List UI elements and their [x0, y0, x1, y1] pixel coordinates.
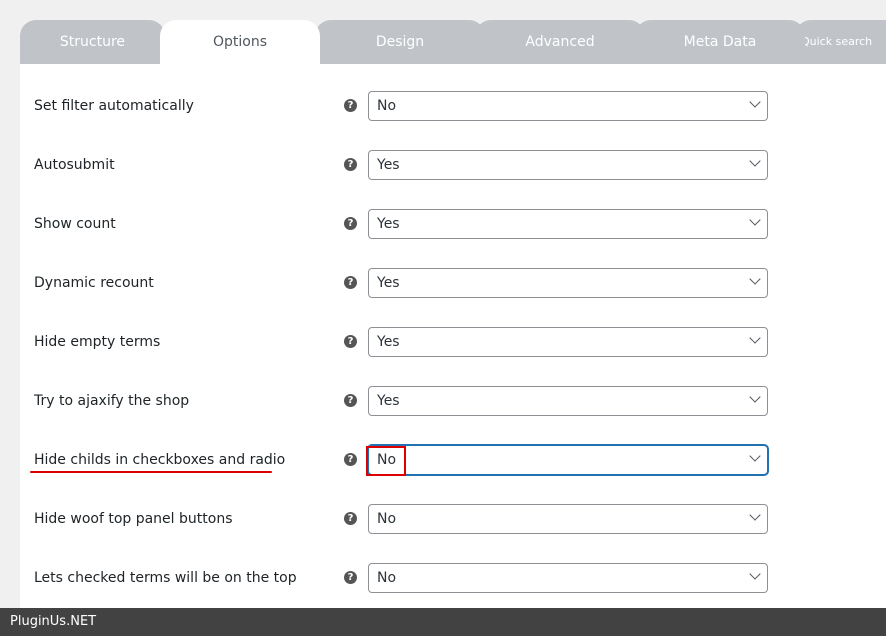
option-row: Hide childs in checkboxes and radio? No	[30, 445, 774, 476]
help-icon[interactable]: ?	[344, 512, 357, 525]
option-select-value: Yes	[377, 334, 400, 350]
option-label: Autosubmit	[34, 157, 115, 173]
option-label: Try to ajaxify the shop	[34, 393, 190, 409]
help-icon[interactable]: ?	[344, 571, 357, 584]
option-row: Dynamic recount? Yes	[34, 268, 774, 298]
chevron-down-icon	[749, 155, 761, 167]
chevron-down-icon	[749, 568, 761, 580]
help-icon[interactable]: ?	[344, 217, 357, 230]
help-icon[interactable]: ?	[344, 276, 357, 289]
option-select[interactable]: Yes	[368, 327, 768, 357]
help-icon[interactable]: ?	[344, 158, 357, 171]
option-select[interactable]: No	[368, 91, 768, 121]
option-select-value: Yes	[377, 275, 400, 291]
option-select[interactable]: Yes	[368, 209, 768, 239]
help-icon[interactable]: ?	[344, 453, 357, 466]
chevron-down-icon	[749, 214, 761, 226]
option-label: Hide empty terms	[34, 334, 161, 350]
tab-quick-search[interactable]: Quick search	[795, 20, 886, 64]
option-select[interactable]: Yes	[368, 150, 768, 180]
chevron-down-icon	[749, 96, 761, 108]
option-label: Dynamic recount	[34, 275, 154, 291]
chevron-down-icon	[749, 391, 761, 403]
option-row: Hide woof top panel buttons? No	[34, 504, 774, 534]
option-select[interactable]: No	[366, 445, 768, 476]
chevron-down-icon	[749, 450, 761, 462]
option-row: Try to ajaxify the shop? Yes	[34, 386, 774, 416]
chevron-down-icon	[749, 332, 761, 344]
option-select-value: No	[377, 452, 397, 468]
option-row: Hide empty terms? Yes	[34, 327, 774, 357]
chevron-down-icon	[749, 509, 761, 521]
option-select-value: Yes	[377, 216, 400, 232]
tab-structure[interactable]: Structure	[20, 20, 165, 64]
red-underline-annotation	[30, 471, 272, 473]
footer-bar: PluginUs.NET	[0, 608, 886, 636]
tab-options[interactable]: Options	[160, 20, 320, 64]
option-row: Lets checked terms will be on the top? No	[34, 563, 774, 593]
tab-bar: Structure Quick search Meta Data Advance…	[20, 20, 886, 64]
option-select[interactable]: Yes	[368, 268, 768, 298]
option-label: Hide woof top panel buttons	[34, 511, 233, 527]
help-icon[interactable]: ?	[344, 99, 357, 112]
tab-meta-data[interactable]: Meta Data	[635, 20, 805, 64]
option-select-value: No	[377, 570, 397, 586]
option-label: Lets checked terms will be on the top	[34, 570, 297, 586]
help-icon[interactable]: ?	[344, 394, 357, 407]
option-select-value: Yes	[377, 157, 400, 173]
chevron-down-icon	[749, 273, 761, 285]
tab-design[interactable]: Design	[315, 20, 485, 64]
option-row: Autosubmit? Yes	[34, 150, 774, 180]
option-select-value: No	[377, 98, 397, 114]
option-select[interactable]: No	[368, 563, 768, 593]
option-row: Show count? Yes	[34, 209, 774, 239]
tab-advanced[interactable]: Advanced	[475, 20, 645, 64]
help-icon[interactable]: ?	[344, 335, 357, 348]
option-select[interactable]: Yes	[368, 386, 768, 416]
footer-brand: PluginUs.NET	[10, 614, 97, 629]
option-select-value: Yes	[377, 393, 400, 409]
option-row: Set filter automatically? No	[34, 91, 774, 121]
option-select-value: No	[377, 511, 397, 527]
option-label: Set filter automatically	[34, 98, 194, 114]
option-label: Show count	[34, 216, 116, 232]
option-select[interactable]: No	[368, 504, 768, 534]
